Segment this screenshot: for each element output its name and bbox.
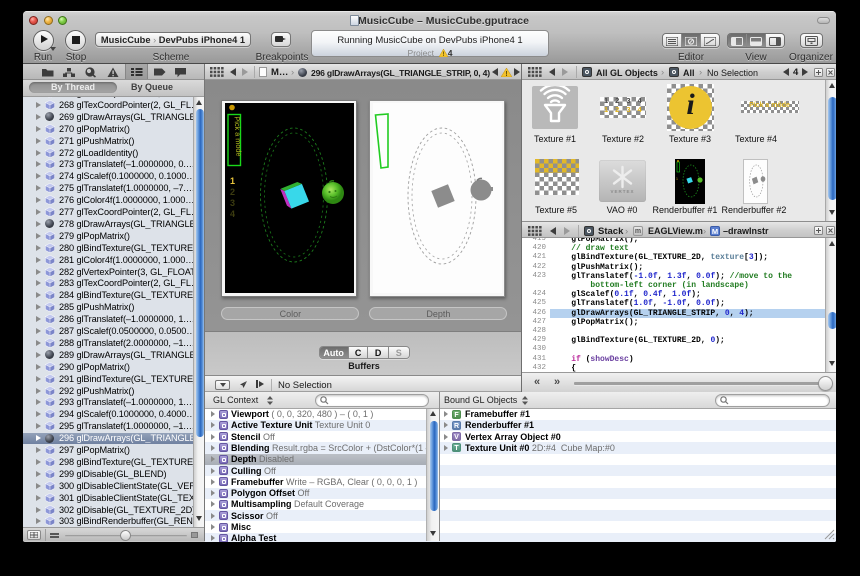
svg-text:!: ! [505,71,507,77]
svg-text:3: 3 [230,198,235,208]
svg-text:Pick a mode: Pick a mode [232,116,243,157]
svg-text:!: ! [442,52,444,57]
svg-text:2: 2 [230,187,235,197]
svg-text:1: 1 [676,177,678,181]
svg-text:4: 4 [230,209,235,219]
svg-text:1: 1 [230,176,235,186]
svg-text:VERTEX: VERTEX [610,189,634,194]
